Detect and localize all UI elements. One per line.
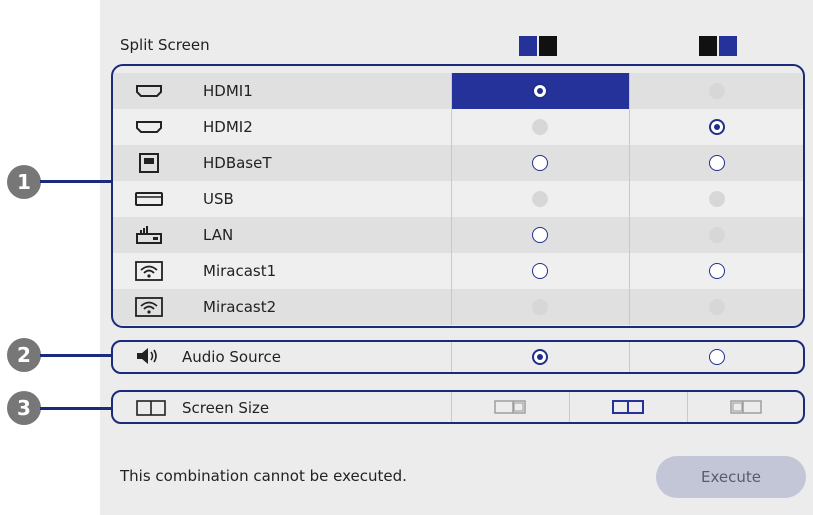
screen-size-frame (111, 390, 805, 424)
page-title: Split Screen (120, 36, 210, 54)
callout-3: 3 (7, 391, 41, 425)
audio-source-frame (111, 340, 805, 374)
callout-2: 2 (7, 338, 41, 372)
callout-line (40, 407, 112, 410)
execute-button[interactable]: Execute (656, 456, 806, 498)
right-active-layout-icon (699, 36, 737, 56)
callout-line (40, 354, 112, 357)
status-message: This combination cannot be executed. (120, 467, 407, 485)
left-active-layout-icon (519, 36, 557, 56)
callout-line (40, 180, 112, 183)
source-grid-frame (111, 64, 805, 328)
callout-1: 1 (7, 165, 41, 199)
